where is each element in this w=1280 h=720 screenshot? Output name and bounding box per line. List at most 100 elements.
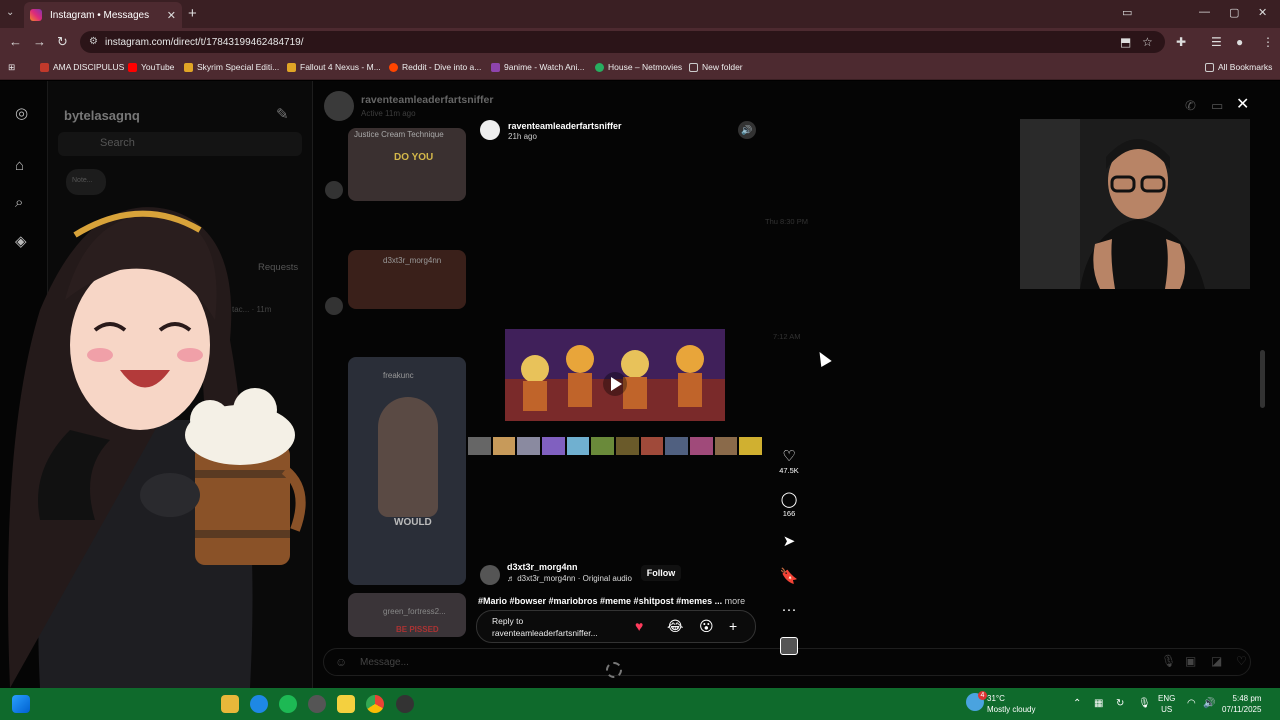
shared-reel-thumbnail[interactable]: freakunc WOULD <box>348 357 466 585</box>
close-window-button[interactable]: ✕ <box>1258 6 1267 19</box>
weather-widget[interactable]: 31°C Mostly cloudy <box>987 693 1035 715</box>
language-indicator[interactable]: ENG US <box>1158 693 1175 715</box>
sticker-icon[interactable]: ◪ <box>1211 654 1222 668</box>
chat-header-name[interactable]: raventeamleaderfartsniffer <box>361 94 493 106</box>
site-info-icon[interactable]: ⚙ <box>89 36 98 47</box>
tab-search-icon[interactable]: ⌄ <box>6 7 14 18</box>
webcam-feed <box>1020 119 1250 289</box>
save-button[interactable]: 🔖 <box>776 567 802 585</box>
tab-title: Instagram • Messages <box>50 9 150 21</box>
more-options-button[interactable]: ··· <box>776 601 802 618</box>
instagram-logo-icon[interactable]: ◎ <box>15 104 28 122</box>
shared-reel-thumbnail[interactable]: d3xt3r_morg4nn <box>348 250 466 309</box>
author-name[interactable]: d3xt3r_morg4nn <box>507 562 578 572</box>
bookmark-youtube[interactable]: YouTube <box>128 62 174 72</box>
install-app-icon[interactable]: ⬒ <box>1120 35 1131 49</box>
bookmark-netmovies[interactable]: House – Netmovies <box>595 62 682 72</box>
scrollbar[interactable] <box>1260 350 1265 408</box>
add-reaction-button[interactable]: + <box>729 618 737 634</box>
reading-list-icon[interactable]: ☰ <box>1211 35 1222 49</box>
close-tab-icon[interactable]: ✕ <box>167 9 176 22</box>
follow-button[interactable]: Follow <box>641 565 681 581</box>
reply-label: Reply to <box>492 616 524 626</box>
chat-avatar[interactable] <box>324 91 354 121</box>
address-bar[interactable]: ⚙ instagram.com/direct/t/178431994624847… <box>80 31 1165 53</box>
wow-reaction-button[interactable]: 😮 <box>699 618 714 635</box>
audio-thumbnail[interactable] <box>776 637 802 655</box>
bookmark-new-folder[interactable]: New folder <box>689 62 743 72</box>
heart-icon[interactable]: ♡ <box>1236 654 1247 668</box>
folder-icon <box>287 62 296 72</box>
shared-reel-thumbnail[interactable]: green_fortress2... BE PISSED <box>348 593 466 637</box>
close-viewer-icon[interactable]: ✕ <box>1236 94 1249 114</box>
bookmark-9anime[interactable]: 9anime - Watch Ani... <box>491 62 584 72</box>
ellipsis-icon: ··· <box>781 601 797 618</box>
reel-sender-avatar[interactable] <box>480 120 500 140</box>
sticker <box>517 437 541 455</box>
tray-chevron-icon[interactable]: ⌃ <box>1073 698 1081 709</box>
minimize-button[interactable]: — <box>1199 6 1210 18</box>
bookmark-reddit[interactable]: Reddit - Dive into a... <box>389 62 481 72</box>
wifi-icon[interactable]: ◠ <box>1187 698 1196 709</box>
voice-call-icon[interactable]: ✆ <box>1185 98 1196 114</box>
toolbar: ← → ↻ ⚙ instagram.com/direct/t/178431994… <box>0 28 1280 56</box>
sticker <box>640 437 664 455</box>
share-button[interactable]: ➤ <box>776 532 802 550</box>
tray-app-icon[interactable]: ▦ <box>1094 698 1103 709</box>
obs-icon[interactable] <box>308 695 326 713</box>
clock[interactable]: 5:48 pm 07/11/2025 <box>1222 693 1261 715</box>
language-code: ENG <box>1158 694 1176 703</box>
all-bookmarks[interactable]: All Bookmarks <box>1205 62 1272 72</box>
microphone-icon[interactable]: 🎙 <box>1161 654 1176 668</box>
tab-organizer-icon[interactable]: ▭ <box>1122 6 1132 19</box>
reel-sender-name[interactable]: raventeamleaderfartsniffer <box>508 121 622 131</box>
laugh-reaction-button[interactable]: 😂 <box>667 618 683 635</box>
video-call-icon[interactable]: ▭ <box>1211 98 1223 114</box>
account-username[interactable]: bytelasagnq <box>64 108 140 123</box>
profile-avatar-icon[interactable]: ● <box>1236 35 1243 49</box>
search-input[interactable]: Search <box>58 132 302 156</box>
heart-reaction-button[interactable]: ♥ <box>635 618 643 634</box>
tab-instagram[interactable]: Instagram • Messages ✕ <box>24 2 182 28</box>
like-button[interactable]: ♡ 47.5K <box>776 447 802 475</box>
reply-input[interactable]: Reply to raventeamleaderfartsniffer... ♥… <box>476 610 756 643</box>
new-tab-button[interactable]: + <box>188 5 197 22</box>
bookmark-fallout[interactable]: Fallout 4 Nexus - M... <box>287 62 381 72</box>
chrome-icon[interactable] <box>366 695 384 713</box>
file-explorer-icon[interactable] <box>221 695 239 713</box>
bookmark-star-icon[interactable]: ☆ <box>1142 35 1153 49</box>
image-icon[interactable]: ▣ <box>1185 654 1196 668</box>
apps-grid-icon[interactable]: ⊞ <box>8 62 15 73</box>
app-icon[interactable] <box>337 695 355 713</box>
reel-video[interactable] <box>505 329 725 421</box>
home-icon[interactable]: ⌂ <box>15 157 24 174</box>
menu-icon[interactable]: ⋮ <box>1262 35 1274 49</box>
restore-button[interactable]: ▢ <box>1229 6 1239 19</box>
spotify-icon[interactable] <box>279 695 297 713</box>
steam-icon[interactable] <box>396 695 414 713</box>
sticker <box>714 437 738 455</box>
extensions-icon[interactable]: ✚ <box>1176 35 1186 49</box>
author-avatar[interactable] <box>480 565 500 585</box>
windows-start-icon[interactable] <box>12 695 30 713</box>
forward-button[interactable]: → <box>33 34 46 49</box>
reel-caption: #Mario #bowser #mariobros #meme #shitpos… <box>478 596 745 606</box>
comment-icon: ◯ <box>780 491 798 508</box>
mic-icon[interactable]: 🎙 <box>1138 698 1151 709</box>
audio-label[interactable]: ♬ d3xt3r_morg4nn · Original audio <box>507 574 632 583</box>
comment-button[interactable]: ◯ 166 <box>776 490 802 518</box>
emoji-icon[interactable]: ☺ <box>335 655 347 669</box>
sound-icon[interactable]: 🔊 <box>738 121 756 139</box>
compose-icon[interactable]: ✎ <box>276 105 289 123</box>
sync-icon[interactable]: ↻ <box>1116 698 1124 709</box>
caption-text: #Mario #bowser #mariobros #meme #shitpos… <box>478 596 723 606</box>
shared-post-thumbnail[interactable]: Justice Cream Technique DO YOU <box>348 128 466 201</box>
back-button[interactable]: ← <box>9 34 22 49</box>
messenger-icon[interactable] <box>250 695 268 713</box>
more-link[interactable]: more <box>725 596 746 606</box>
reload-button[interactable]: ↻ <box>57 34 68 50</box>
bookmark-ama[interactable]: AMA DISCIPULUS <box>40 62 124 72</box>
volume-icon[interactable]: 🔊 <box>1203 698 1215 709</box>
bookmark-skyrim[interactable]: Skyrim Special Editi... <box>184 62 279 72</box>
tab-strip: ⌄ Instagram • Messages ✕ + ▭ — ▢ ✕ <box>0 0 1280 28</box>
